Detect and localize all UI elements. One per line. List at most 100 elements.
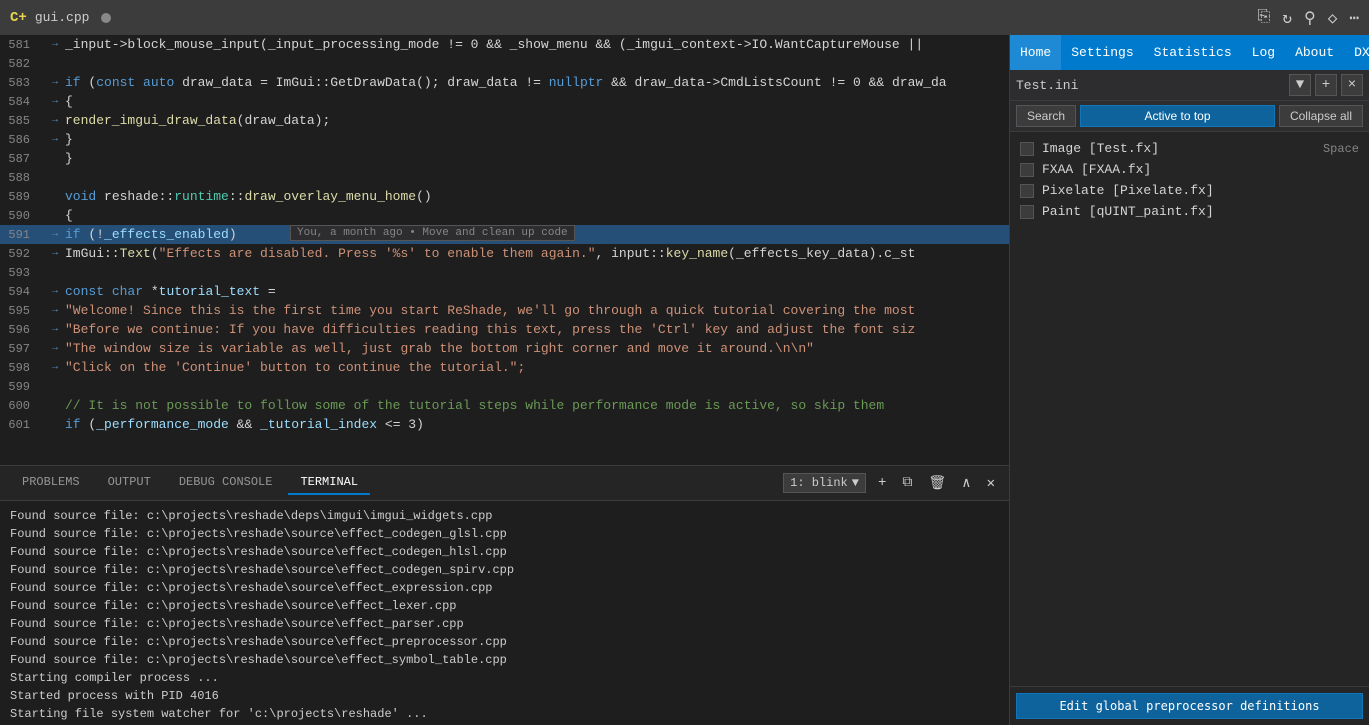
line-content: {: [65, 208, 1009, 223]
reload-icon[interactable]: ↻: [1282, 8, 1292, 28]
more-icon[interactable]: ⋯: [1349, 8, 1359, 28]
panel-tab-actions: 1: blink ▼ + ⧉ 🗑 ∧ ✕: [783, 473, 999, 494]
trash-icon[interactable]: 🗑: [924, 473, 950, 494]
editor-pane: 581→ _input->block_mouse_input(_input_pr…: [0, 35, 1009, 725]
line-content: {: [65, 94, 1009, 109]
active-to-top-button[interactable]: Active to top: [1080, 105, 1275, 127]
line-arrow: →: [52, 305, 58, 316]
code-line: 598→ "Click on the 'Continue' button to …: [0, 358, 1009, 377]
effect-checkbox[interactable]: [1020, 184, 1034, 198]
search-button[interactable]: Search: [1016, 105, 1076, 127]
code-line: 582: [0, 54, 1009, 73]
code-line: 587}: [0, 149, 1009, 168]
line-content: _input->block_mouse_input(_input_process…: [65, 37, 1009, 52]
reshade-nav-item-statistics[interactable]: Statistics: [1144, 35, 1242, 70]
effect-item[interactable]: Pixelate [Pixelate.fx]: [1016, 180, 1363, 201]
line-arrow: →: [52, 324, 58, 335]
dropdown-arrow: ▼: [852, 476, 859, 490]
collapse-all-button[interactable]: Collapse all: [1279, 105, 1363, 127]
tab-problems[interactable]: PROBLEMS: [10, 471, 92, 495]
filename-dropdown-btn[interactable]: ▼: [1289, 74, 1311, 96]
app-icon: C+: [10, 10, 27, 26]
reshade-nav-item-home[interactable]: Home: [1010, 35, 1061, 70]
effect-checkbox[interactable]: [1020, 205, 1034, 219]
line-content: if (const auto draw_data = ImGui::GetDra…: [65, 75, 1009, 90]
effect-item[interactable]: Paint [qUINT_paint.fx]: [1016, 201, 1363, 222]
effect-name: FXAA [FXAA.fx]: [1042, 162, 1151, 177]
code-line: 594→ const char *tutorial_text =: [0, 282, 1009, 301]
add-file-btn[interactable]: +: [1315, 74, 1337, 96]
effect-item[interactable]: FXAA [FXAA.fx]: [1016, 159, 1363, 180]
effect-checkbox[interactable]: [1020, 142, 1034, 156]
terminal-selector[interactable]: 1: blink ▼: [783, 473, 866, 493]
line-number: 599: [0, 380, 45, 394]
modified-indicator: [101, 13, 111, 23]
terminal-line: Found source file: c:\projects\reshade\s…: [10, 525, 999, 543]
code-line: 581→ _input->block_mouse_input(_input_pr…: [0, 35, 1009, 54]
line-arrow: →: [52, 96, 58, 107]
reshade-nav-item-dx11[interactable]: DX11: [1344, 35, 1369, 70]
tab-output[interactable]: OUTPUT: [96, 471, 163, 495]
reshade-effects-list: Image [Test.fx]Space FXAA [FXAA.fx] Pixela…: [1010, 132, 1369, 686]
line-number: 588: [0, 171, 45, 185]
split-icon[interactable]: ◇: [1328, 8, 1338, 28]
main-layout: 581→ _input->block_mouse_input(_input_pr…: [0, 35, 1369, 725]
line-content: if (_performance_mode && _tutorial_index…: [65, 417, 1009, 432]
reshade-nav: HomeSettingsStatisticsLogAboutDX11: [1010, 35, 1369, 70]
line-arrow: →: [52, 343, 58, 354]
line-content: "Click on the 'Continue' button to conti…: [65, 360, 1009, 375]
line-number: 587: [0, 152, 45, 166]
terminal-line: Found source file: c:\projects\reshade\s…: [10, 579, 999, 597]
line-content: "Before we continue: If you have difficu…: [65, 322, 1009, 337]
split-terminal-btn[interactable]: ⧉: [898, 473, 916, 493]
line-content: }: [65, 151, 1009, 166]
reshade-nav-item-settings[interactable]: Settings: [1061, 35, 1143, 70]
line-number: 593: [0, 266, 45, 280]
terminal-line: Starting compiler process ...: [10, 669, 999, 687]
code-line: 595 → "Welcome! Since this is the first t…: [0, 301, 1009, 320]
line-number: 585: [0, 114, 45, 128]
line-number: 596: [0, 323, 45, 337]
code-line: 584→ {: [0, 92, 1009, 111]
code-lines: 581→ _input->block_mouse_input(_input_pr…: [0, 35, 1009, 465]
title-bar-actions: ⎘ ↻ ⚲ ◇ ⋯: [1258, 8, 1359, 28]
tab-terminal[interactable]: TERMINAL: [288, 471, 370, 495]
line-number: 601: [0, 418, 45, 432]
add-terminal-btn[interactable]: +: [874, 473, 890, 493]
code-line: 599: [0, 377, 1009, 396]
code-line: 583→ if (const auto draw_data = ImGui::G…: [0, 73, 1009, 92]
close-file-btn[interactable]: ×: [1341, 74, 1363, 96]
effect-item[interactable]: Image [Test.fx]Space: [1016, 138, 1363, 159]
bottom-panel: PROBLEMS OUTPUT DEBUG CONSOLE TERMINAL 1…: [0, 465, 1009, 725]
line-content: "Welcome! Since this is the first time y…: [65, 303, 1009, 318]
copy-icon[interactable]: ⎘: [1258, 8, 1271, 28]
code-line: 589void reshade::runtime::draw_overlay_m…: [0, 187, 1009, 206]
close-panel-btn[interactable]: ✕: [983, 473, 999, 494]
line-number: 598: [0, 361, 45, 375]
line-number: 595: [0, 304, 45, 318]
line-number: 592: [0, 247, 45, 261]
line-number: 594: [0, 285, 45, 299]
tab-debug-console[interactable]: DEBUG CONSOLE: [167, 471, 285, 495]
terminal-line: Started process with PID 4016: [10, 687, 999, 705]
terminal-output: Found source file: c:\projects\reshade\d…: [0, 501, 1009, 725]
reshade-filename: Test.ini: [1016, 78, 1285, 93]
panel-tabs: PROBLEMS OUTPUT DEBUG CONSOLE TERMINAL 1…: [0, 466, 1009, 501]
title-bar: C+ gui.cpp ⎘ ↻ ⚲ ◇ ⋯: [0, 0, 1369, 35]
reshade-nav-item-about[interactable]: About: [1285, 35, 1344, 70]
global-preprocessor-button[interactable]: Edit global preprocessor definitions: [1016, 693, 1363, 719]
search-icon[interactable]: ⚲: [1304, 8, 1316, 28]
code-line: 600 // It is not possible to follow some…: [0, 396, 1009, 415]
line-number: 590: [0, 209, 45, 223]
collapse-panel-btn[interactable]: ∧: [958, 473, 974, 494]
line-content: }: [65, 132, 1009, 147]
line-number: 597: [0, 342, 45, 356]
terminal-label: 1: blink: [790, 476, 848, 490]
effect-name: Pixelate [Pixelate.fx]: [1042, 183, 1214, 198]
line-arrow: →: [52, 77, 58, 88]
code-line: 585→ render_imgui_draw_data(draw_data);: [0, 111, 1009, 130]
line-number: 600: [0, 399, 45, 413]
reshade-nav-item-log[interactable]: Log: [1242, 35, 1285, 70]
line-arrow: →: [52, 229, 58, 240]
effect-checkbox[interactable]: [1020, 163, 1034, 177]
